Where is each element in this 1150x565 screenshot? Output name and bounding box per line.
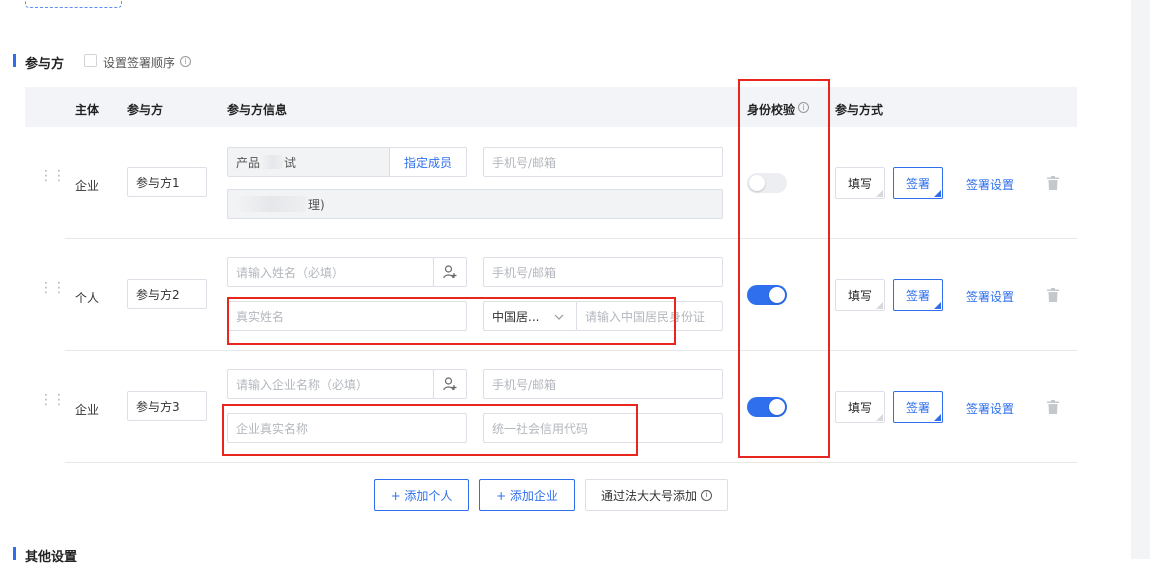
contact-placeholder: 手机号/邮箱 (492, 155, 557, 170)
redacted-text (236, 196, 306, 212)
member-value: 理) (308, 197, 325, 212)
row2-sign-settings-link[interactable]: 签署设置 (966, 288, 1014, 305)
row1-org-name-field: 产品 试 (227, 147, 390, 177)
delete-icon[interactable] (1047, 288, 1059, 302)
row2-name-input[interactable]: 请输入姓名（必填） (227, 257, 434, 287)
row-divider (65, 238, 1077, 239)
header-subject: 主体 (75, 103, 100, 117)
mode-fill-label: 填写 (847, 288, 872, 303)
row2-mode-fill-button[interactable]: 填写 (835, 279, 885, 311)
add-user-icon (443, 377, 457, 391)
select-contact-button[interactable] (433, 369, 467, 399)
redacted-text (261, 155, 284, 169)
org-name-value: 产品 (236, 155, 261, 170)
highlight-box-row2-fields (227, 297, 676, 345)
mode-fill-label: 填写 (847, 176, 872, 191)
delete-icon[interactable] (1047, 176, 1059, 190)
drag-handle-icon[interactable]: ⋮⋮ (39, 281, 66, 295)
row3-sign-settings-link[interactable]: 签署设置 (966, 400, 1014, 417)
header-participant: 参与方 (127, 103, 164, 117)
add-company-button[interactable]: + 添加企业 (479, 479, 575, 511)
add-via-legal-button[interactable]: 通过法大大号添加 i (585, 479, 728, 511)
row1-subject: 企业 (75, 179, 100, 193)
row2-subject: 个人 (75, 291, 100, 305)
drag-handle-icon[interactable]: ⋮⋮ (39, 169, 66, 183)
assign-member-button[interactable]: 指定成员 (389, 147, 467, 177)
section-title-participants: 参与方 (25, 57, 65, 72)
upload-area-edge (25, 0, 122, 8)
row2-contact-input[interactable]: 手机号/邮箱 (483, 257, 723, 287)
mode-fill-label: 填写 (847, 400, 872, 415)
row3-contact-input[interactable]: 手机号/邮箱 (483, 369, 723, 399)
section-marker (13, 54, 16, 67)
add-person-button[interactable]: + 添加个人 (374, 479, 469, 511)
row1-participant-name-input[interactable]: 参与方1 (127, 167, 207, 197)
highlight-box-id-verify-column (738, 79, 830, 458)
header-participation-mode: 参与方式 (835, 103, 884, 117)
row3-subject: 企业 (75, 403, 100, 417)
delete-icon[interactable] (1047, 400, 1059, 414)
info-icon[interactable]: i (180, 56, 191, 67)
row2-mode-sign-button[interactable]: 签署 (893, 279, 943, 311)
row3-mode-sign-button[interactable]: 签署 (893, 391, 943, 423)
row2-participant-name-input[interactable]: 参与方2 (127, 279, 207, 309)
row1-mode-fill-button[interactable]: 填写 (835, 167, 885, 199)
add-user-icon (443, 265, 457, 279)
select-contact-button[interactable] (433, 257, 467, 287)
mode-sign-label: 签署 (905, 288, 930, 303)
row1-sign-settings-link[interactable]: 签署设置 (966, 176, 1014, 193)
mode-sign-label: 签署 (905, 400, 930, 415)
row-divider (65, 350, 1077, 351)
org-placeholder: 请输入企业名称（必填） (236, 377, 369, 392)
section-title-other: 其他设置 (25, 550, 78, 565)
row3-participant-name-input[interactable]: 参与方3 (127, 391, 207, 421)
row3-org-input[interactable]: 请输入企业名称（必填） (227, 369, 434, 399)
drag-handle-icon[interactable]: ⋮⋮ (39, 393, 66, 407)
row3-mode-fill-button[interactable]: 填写 (835, 391, 885, 423)
org-name-value-tail: 试 (284, 155, 297, 170)
section-marker (13, 547, 16, 560)
mode-sign-label: 签署 (905, 176, 930, 191)
row1-mode-sign-button[interactable]: 签署 (893, 167, 943, 199)
sign-order-label: 设置签署顺序 (103, 56, 176, 70)
name-placeholder: 请输入姓名（必填） (236, 265, 345, 280)
row1-contact-input[interactable]: 手机号/邮箱 (483, 147, 723, 177)
sign-order-checkbox[interactable] (84, 54, 97, 67)
row1-member-field: 理) (227, 189, 723, 219)
header-participant-info: 参与方信息 (227, 103, 288, 117)
contact-placeholder: 手机号/邮箱 (492, 265, 557, 280)
add-via-legal-label: 通过法大大号添加 (600, 488, 697, 503)
right-panel-scroll-area[interactable] (1131, 0, 1150, 559)
contact-placeholder: 手机号/邮箱 (492, 377, 557, 392)
info-icon: i (701, 489, 712, 501)
table-header (25, 87, 1077, 127)
row-divider (65, 462, 1077, 463)
highlight-box-row3-fields (222, 404, 638, 456)
